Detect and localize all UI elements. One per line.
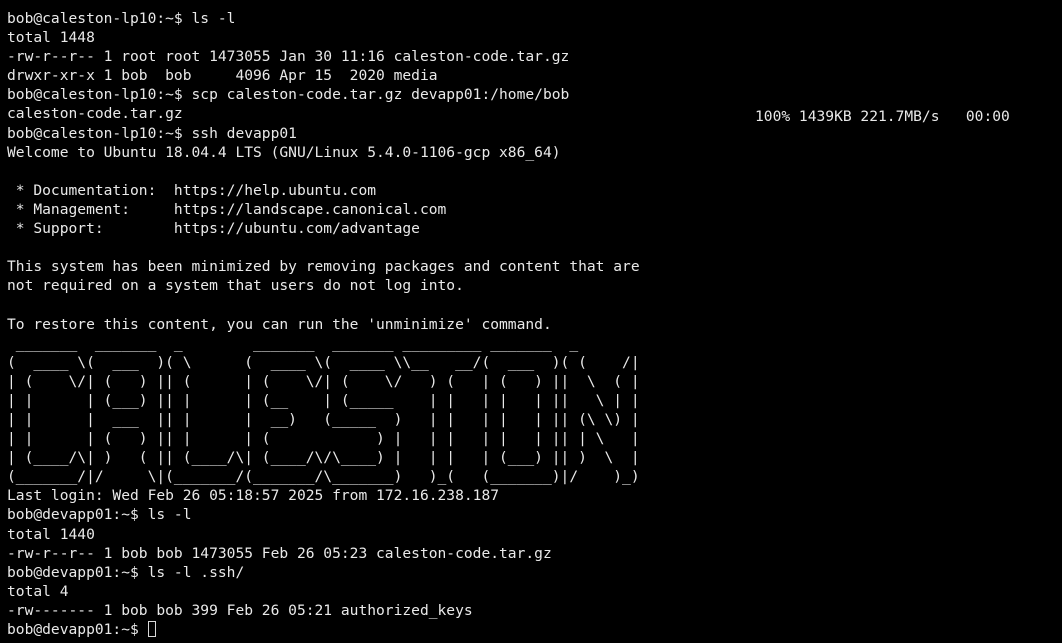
terminal-line-output: drwxr-xr-x 1 bob bob 4096 Apr 15 2020 me… xyxy=(7,67,438,85)
terminal-line-output: total 1448 xyxy=(7,29,95,47)
terminal-line-output: Last login: Wed Feb 26 05:18:57 2025 fro… xyxy=(7,487,500,505)
terminal-current-prompt[interactable]: bob@devapp01:~$ xyxy=(7,620,1062,639)
terminal-line-output: total 1440 xyxy=(7,525,95,543)
ascii-banner-line: | | | ___ || | | __) (_____ ) | | | | | … xyxy=(7,410,640,428)
terminal-line-motd: not required on a system that users do n… xyxy=(7,277,464,295)
terminal-line-motd: * Documentation: https://help.ubuntu.com xyxy=(7,181,377,199)
ascii-banner-line: | ( \/| ( ) || ( | ( \/| ( \/ ) ( | ( ) … xyxy=(7,372,640,390)
scp-progress: 100% 1439KB 221.7MB/s 00:00 xyxy=(755,108,1010,125)
terminal-line-output: -rw------- 1 bob bob 399 Feb 26 05:21 au… xyxy=(7,601,473,619)
ascii-banner-line: | | | ( ) || | | ( ) | | | | | | || | \ … xyxy=(7,430,640,448)
terminal-line-motd: * Support: https://ubuntu.com/advantage xyxy=(7,220,420,238)
terminal-line-prompt: bob@caleston-lp10:~$ ssh devapp01 xyxy=(7,124,297,142)
ascii-banner-line: (_______/|/ \|(_______/(_______/\_______… xyxy=(7,468,640,486)
terminal-line-prompt: bob@devapp01:~$ ls -l xyxy=(7,506,192,524)
terminal-line-motd: Welcome to Ubuntu 18.04.4 LTS (GNU/Linux… xyxy=(7,143,561,161)
current-prompt-text: bob@devapp01:~$ xyxy=(7,621,148,638)
terminal-line-output: -rw-r--r-- 1 root root 1473055 Jan 30 11… xyxy=(7,48,570,66)
terminal-line-prompt: bob@devapp01:~$ ls -l .ssh/ xyxy=(7,563,245,581)
terminal-line-output: total 4 xyxy=(7,582,69,600)
terminal-line-prompt: bob@caleston-lp10:~$ ls -l xyxy=(7,10,236,27)
terminal-line-motd: * Management: https://landscape.canonica… xyxy=(7,200,447,218)
terminal-line-motd: This system has been minimized by removi… xyxy=(7,258,640,276)
ascii-banner-line: | (____/\| ) ( || (____/\| (____/\/\____… xyxy=(7,449,640,467)
ascii-banner-line: | | | (___) || | | (__ | (_____ | | | | … xyxy=(7,391,640,409)
terminal-line-output: -rw-r--r-- 1 bob bob 1473055 Feb 26 05:2… xyxy=(7,544,552,562)
terminal-window[interactable]: bob@caleston-lp10:~$ ls -l total 1448 -r… xyxy=(0,0,1062,643)
terminal-line-prompt: bob@caleston-lp10:~$ scp caleston-code.t… xyxy=(7,86,570,104)
cursor-icon xyxy=(147,621,156,637)
ascii-banner-line: _______ _______ _ _______ _______ ______… xyxy=(7,334,579,352)
terminal-line-motd: To restore this content, you can run the… xyxy=(7,315,552,333)
ascii-banner-line: ( ____ \( ___ )( \ ( ____ \( ____ \\__ _… xyxy=(7,353,640,371)
